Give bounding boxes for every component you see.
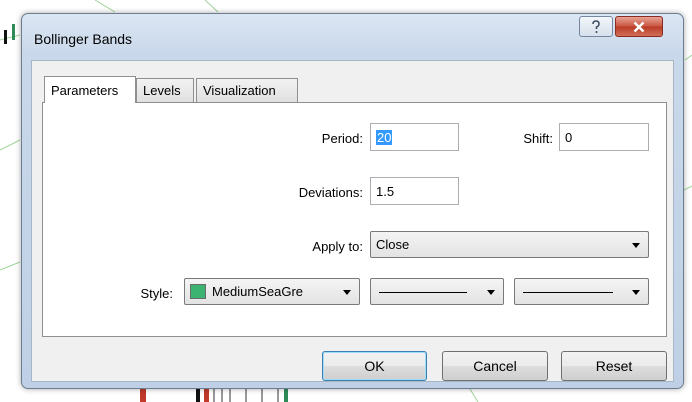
period-value: 20 [376, 129, 393, 145]
bollinger-bands-dialog: Bollinger Bands Parameters Levels Visual… [21, 13, 684, 389]
tab-visualization-label: Visualization [203, 83, 276, 98]
tab-visualization[interactable]: Visualization [196, 78, 298, 102]
tab-levels-label: Levels [143, 83, 181, 98]
period-input[interactable]: 20 [370, 123, 459, 151]
ok-button-label: OK [364, 358, 385, 374]
parameters-panel: Period: 20 Shift: 0 Deviations: 1.5 Appl… [42, 102, 667, 337]
period-label: Period: [321, 131, 363, 146]
style-line-style-select[interactable] [370, 278, 504, 305]
cancel-button-label: Cancel [473, 358, 517, 374]
tab-parameters-label: Parameters [51, 82, 119, 98]
cancel-button[interactable]: Cancel [442, 351, 548, 381]
apply-to-label: Apply to: [312, 239, 363, 254]
ok-button[interactable]: OK [322, 351, 427, 381]
color-swatch [190, 284, 206, 299]
deviations-label: Deviations: [298, 185, 363, 200]
shift-value: 0 [565, 129, 573, 145]
deviations-input[interactable]: 1.5 [370, 177, 459, 205]
style-color-select[interactable]: MediumSeaGre [184, 278, 360, 305]
chevron-down-icon [343, 290, 351, 295]
style-label: Style: [140, 286, 173, 301]
chevron-down-icon [487, 290, 495, 295]
chevron-down-icon [632, 290, 640, 295]
shift-label: Shift: [523, 131, 553, 146]
apply-to-select[interactable]: Close [370, 231, 649, 258]
deviations-value: 1.5 [376, 183, 395, 199]
tab-levels[interactable]: Levels [136, 78, 194, 102]
reset-button[interactable]: Reset [561, 351, 667, 381]
close-x-icon [633, 21, 645, 32]
style-color-name: MediumSeaGre [212, 284, 304, 299]
dialog-client-area: Parameters Levels Visualization Period: … [31, 60, 674, 382]
close-button[interactable] [615, 16, 663, 37]
chevron-down-icon [632, 243, 640, 248]
style-line-width-select[interactable] [514, 278, 649, 305]
apply-to-value: Close [376, 237, 410, 252]
dialog-title: Bollinger Bands [34, 31, 133, 47]
question-mark-icon [592, 19, 600, 33]
shift-input[interactable]: 0 [559, 123, 649, 151]
help-button[interactable] [579, 16, 613, 37]
tab-parameters[interactable]: Parameters [44, 76, 136, 103]
line-width-icon [523, 292, 613, 293]
solid-line-icon [379, 292, 467, 293]
reset-button-label: Reset [595, 358, 633, 374]
